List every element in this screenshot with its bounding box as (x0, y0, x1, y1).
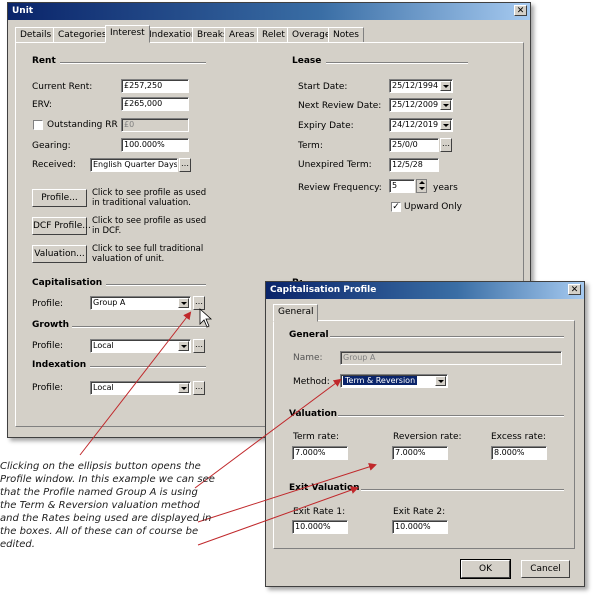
arrow-to-method (194, 378, 342, 489)
annotation-text: Clicking on the ellipsis button opens th… (0, 461, 215, 550)
tab-interest[interactable]: Interest (105, 25, 150, 43)
arrow-to-ellipsis (79, 311, 192, 456)
mouse-cursor-icon (199, 308, 213, 328)
tab-general[interactable]: General (273, 304, 319, 322)
